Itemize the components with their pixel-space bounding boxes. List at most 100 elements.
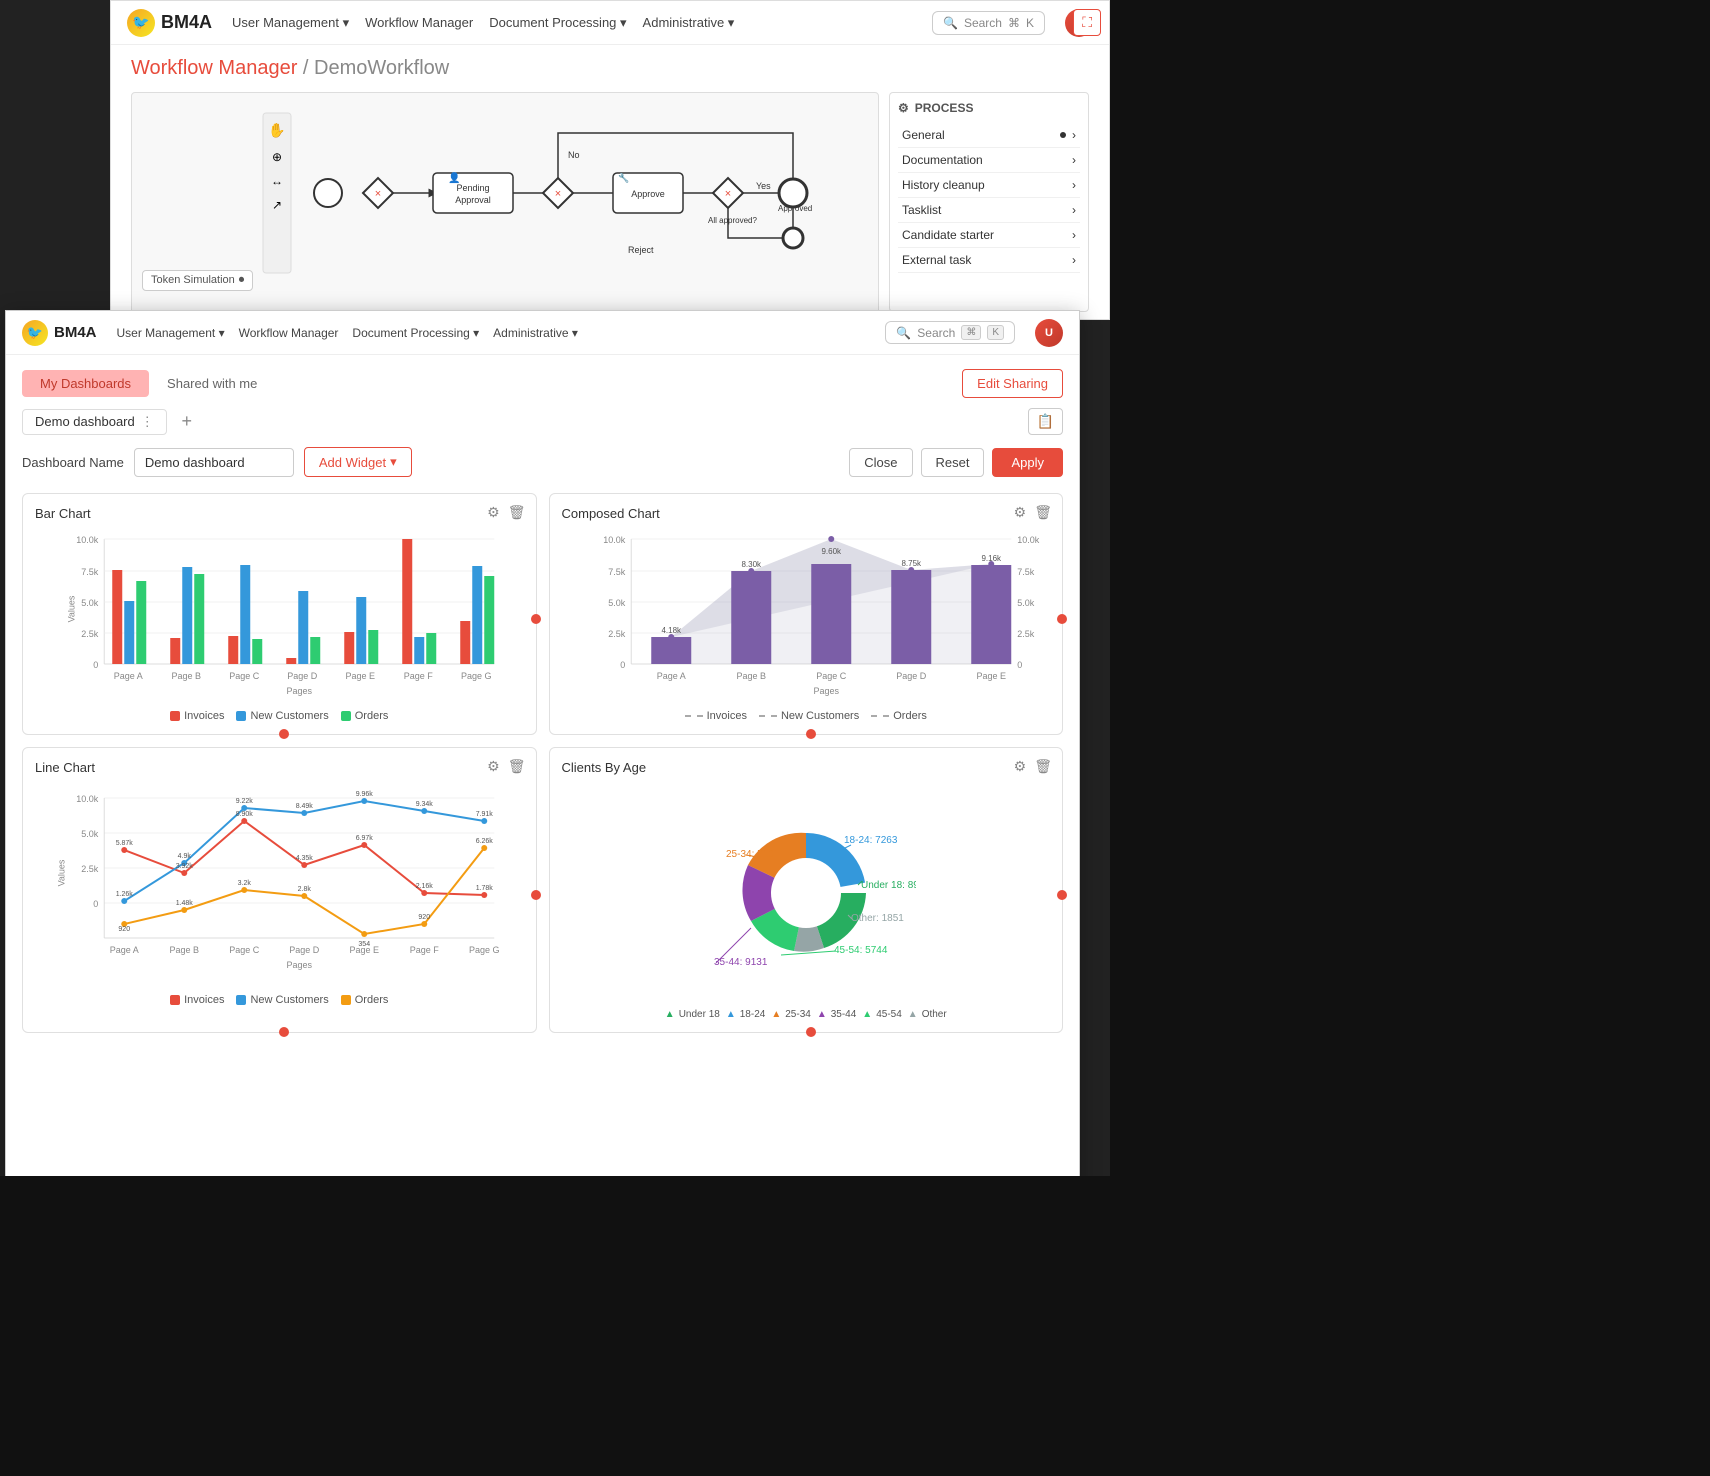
line-chart-resize-handle[interactable] [279,1027,289,1037]
bg-nav-admin[interactable]: Administrative ▾ [643,15,735,31]
line-legend-orders: Orders [341,994,389,1006]
bg-process-tasklist[interactable]: Tasklist › [898,198,1080,223]
bar-legend-invoices-label: Invoices [184,710,224,722]
svg-text:0: 0 [93,899,98,909]
bg-token-sim-icon: ⏺ [239,274,245,287]
composed-legend-inv-label: Invoices [707,710,747,722]
svg-text:Other: 1851: Other: 1851 [851,913,904,924]
clients-age-delete-btn[interactable]: 🗑 [1034,758,1052,775]
fullscreen-button[interactable]: ⛶ [1073,9,1101,36]
svg-text:Page A: Page A [656,671,685,681]
svg-text:45-54: 5744: 45-54: 5744 [834,945,888,956]
bg-nav-doc-processing[interactable]: Document Processing ▾ [489,15,626,31]
legend-25-34-icon: ▲ [771,1009,781,1020]
bg-process-title: ⚙ PROCESS [898,101,1080,115]
composed-chart-drag-handle[interactable] [1057,614,1067,624]
svg-text:✋: ✋ [268,122,285,138]
reset-button[interactable]: Reset [921,448,985,477]
bg-token-sim-label[interactable]: Token Simulation ⏺ [142,270,253,291]
dashboard-copy-icon[interactable]: 📋 [1028,408,1063,435]
bg-process-tasklist-label: Tasklist [902,203,941,217]
fg-avatar[interactable]: U [1035,319,1063,347]
clients-age-settings-btn[interactable]: ⚙ [1014,758,1027,775]
line-chart-drag-handle[interactable] [531,890,541,900]
clients-age-drag-handle[interactable] [1057,890,1067,900]
svg-text:10.0k: 10.0k [603,535,626,545]
svg-text:6.97k: 6.97k [356,835,374,842]
svg-text:10.0k: 10.0k [76,794,99,804]
bg-process-history[interactable]: History cleanup › [898,173,1080,198]
line-legend-inv-label: Invoices [184,994,224,1006]
close-button[interactable]: Close [849,448,912,477]
demo-dashboard-tab[interactable]: Demo dashboard ⋮ [22,409,167,435]
legend-other-label: Other [922,1009,947,1020]
clients-age-card: Clients By Age ⚙ 🗑 [549,747,1064,1033]
bg-process-candidate[interactable]: Candidate starter › [898,223,1080,248]
bar-chart-drag-handle[interactable] [531,614,541,624]
svg-text:35-44: 9131: 35-44: 9131 [714,957,768,968]
bg-search-area[interactable]: 🔍 Search ⌘ K [932,11,1045,35]
fg-nav-user-mgmt[interactable]: User Management ▾ [117,326,225,340]
line-chart-actions: ⚙ 🗑 [487,758,525,775]
svg-text:↗: ↗ [272,198,282,212]
bg-process-panel: ⚙ PROCESS General › Documentation › Hist… [889,92,1089,312]
svg-text:1.26k: 1.26k [116,891,134,898]
edit-sharing-button[interactable]: Edit Sharing [962,369,1063,398]
bg-nav-workflow[interactable]: Workflow Manager [365,15,473,31]
bg-process-external[interactable]: External task › [898,248,1080,273]
bg-process-history-arrow: › [1072,178,1076,192]
composed-chart-settings-btn[interactable]: ⚙ [1014,504,1027,521]
fg-search-area[interactable]: 🔍 Search ⌘ K [885,321,1015,344]
bar-chart-delete-btn[interactable]: 🗑 [508,504,526,521]
line-chart-delete-btn[interactable]: 🗑 [508,758,526,775]
svg-text:Page B: Page B [169,945,199,955]
dashboard-name-input[interactable] [134,448,294,477]
legend-45-54: ▲ 45-54 [862,1009,901,1020]
bar-chart-settings-btn[interactable]: ⚙ [487,504,500,521]
composed-chart-actions: ⚙ 🗑 [1014,504,1052,521]
svg-text:Page G: Page G [469,945,500,955]
bg-nav-user-mgmt[interactable]: User Management ▾ [232,15,349,31]
svg-text:1.78k: 1.78k [476,885,494,892]
svg-text:7.91k: 7.91k [476,811,494,818]
line-chart-title: Line Chart [35,760,524,775]
clients-age-legend: ▲ Under 18 ▲ 18-24 ▲ 25-34 ▲ 35-44 [562,1009,1051,1020]
composed-chart-resize-handle[interactable] [806,729,816,739]
dashboard-name-label: Dashboard Name [22,455,124,470]
svg-text:7.5k: 7.5k [81,567,99,577]
svg-text:0: 0 [93,660,98,670]
fg-nav-doc-processing[interactable]: Document Processing ▾ [352,326,479,340]
bar-legend-orders-dot [341,711,351,721]
svg-text:0: 0 [1017,660,1022,670]
fg-search-text: Search [917,326,955,340]
apply-button[interactable]: Apply [992,448,1063,477]
bg-process-general-indicator: › [1060,128,1076,142]
clients-age-resize-handle[interactable] [806,1027,816,1037]
composed-legend-nc-label: New Customers [781,710,859,722]
tab-my-dashboards[interactable]: My Dashboards [22,370,149,397]
add-dashboard-button[interactable]: + [175,410,199,434]
svg-text:8.30k: 8.30k [741,560,762,569]
dashboard-menu-dots[interactable]: ⋮ [141,414,154,430]
bar-legend-nc-label: New Customers [250,710,328,722]
fg-nav-workflow[interactable]: Workflow Manager [239,326,339,340]
svg-text:Approved: Approved [778,204,812,213]
fg-nav-admin[interactable]: Administrative ▾ [493,326,578,340]
composed-chart-delete-btn[interactable]: 🗑 [1034,504,1052,521]
svg-text:Page E: Page E [345,671,375,681]
add-widget-button[interactable]: Add Widget ▾ [304,447,412,477]
bar-chart-resize-handle[interactable] [279,729,289,739]
composed-legend-orders: Orders [871,710,927,722]
bg-process-general[interactable]: General › [898,123,1080,148]
svg-text:Pages: Pages [286,960,312,970]
legend-45-54-icon: ▲ [862,1009,872,1020]
dashboard-tabs-row: My Dashboards Shared with me Edit Sharin… [22,369,1063,398]
svg-text:9.96k: 9.96k [356,791,374,798]
line-chart-settings-btn[interactable]: ⚙ [487,758,500,775]
legend-18-24-icon: ▲ [726,1009,736,1020]
composed-legend-inv-dash [685,715,703,717]
bg-content-area: Workflow Manager / DemoWorkflow Token Si… [111,45,1109,320]
bg-process-documentation[interactable]: Documentation › [898,148,1080,173]
svg-text:3.2k: 3.2k [238,880,252,887]
tab-shared-with-me[interactable]: Shared with me [149,370,275,397]
